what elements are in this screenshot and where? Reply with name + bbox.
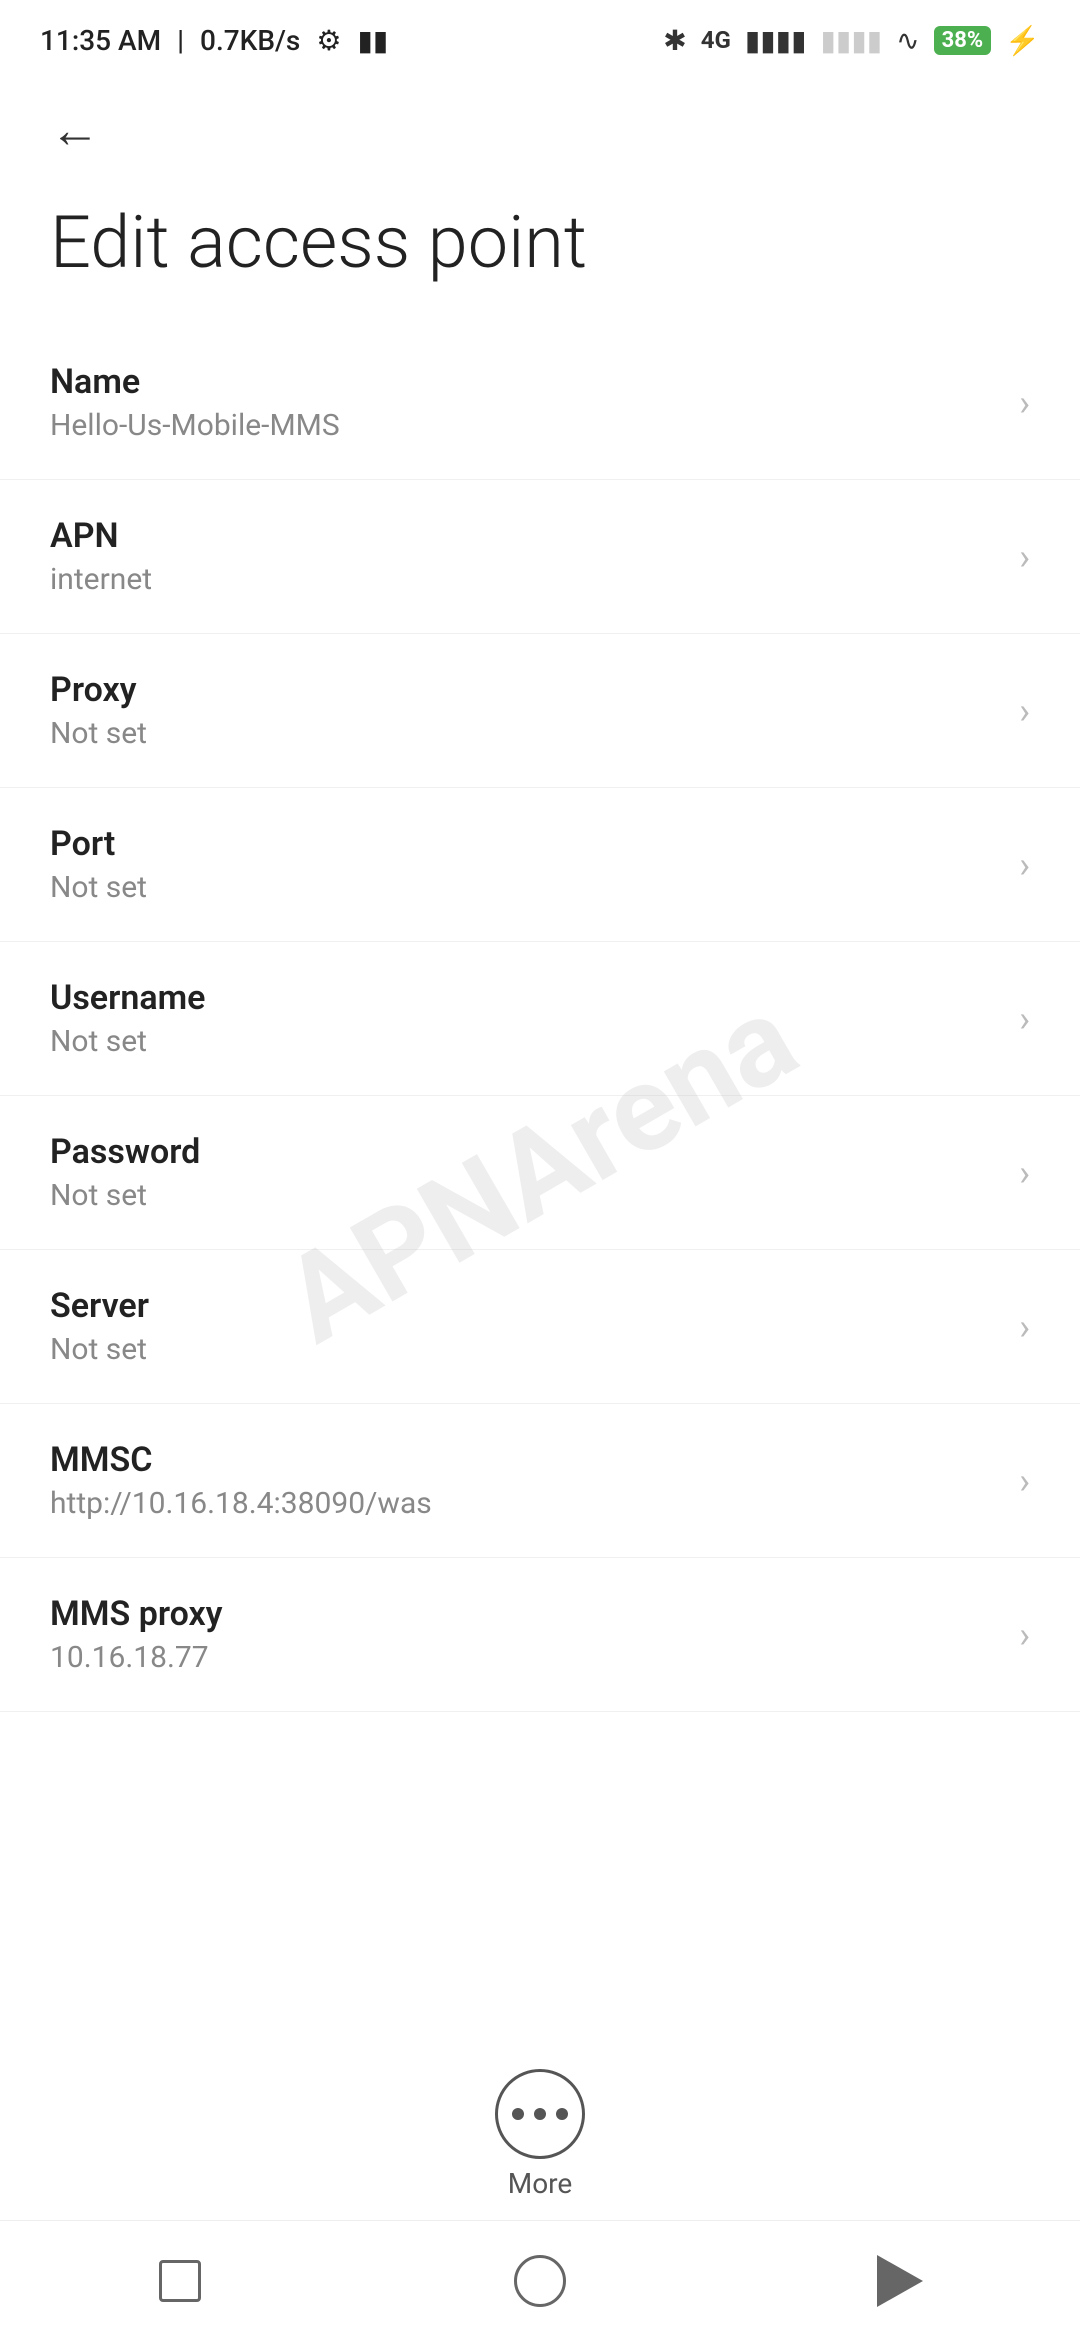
back-arrow-icon: ← <box>50 101 100 160</box>
nav-home-button[interactable] <box>490 2241 590 2321</box>
settings-item-server-content: Server Not set <box>50 1286 999 1367</box>
settings-value-mms-proxy: 10.16.18.77 <box>50 1640 999 1675</box>
settings-item-proxy-content: Proxy Not set <box>50 670 999 751</box>
home-icon <box>514 2255 566 2307</box>
settings-icon: ⚙ <box>316 24 341 57</box>
nav-back-button[interactable] <box>850 2241 950 2321</box>
settings-label-proxy: Proxy <box>50 670 999 710</box>
status-left: 11:35 AM | 0.7KB/s ⚙ ▮▮ <box>40 24 388 57</box>
signal-4g-icon: 4G <box>701 26 731 54</box>
settings-item-apn-content: APN internet <box>50 516 999 597</box>
status-right: ✱ 4G ▮▮▮▮ ▮▮▮▮ ∿ 38 % ⚡ <box>663 24 1040 57</box>
settings-value-name: Hello-Us-Mobile-MMS <box>50 408 999 443</box>
more-button[interactable]: More <box>495 2069 585 2200</box>
settings-label-port: Port <box>50 824 999 864</box>
video-icon: ▮▮ <box>357 24 388 57</box>
charging-icon: ⚡ <box>1005 24 1040 57</box>
status-bar: 11:35 AM | 0.7KB/s ⚙ ▮▮ ✱ 4G ▮▮▮▮ ▮▮▮▮ ∿… <box>0 0 1080 80</box>
settings-value-mmsc: http://10.16.18.4:38090/was <box>50 1486 999 1521</box>
settings-value-port: Not set <box>50 870 999 905</box>
settings-label-apn: APN <box>50 516 999 556</box>
settings-item-name[interactable]: Name Hello-Us-Mobile-MMS › <box>0 326 1080 480</box>
chevron-mmsc-icon: › <box>1019 1460 1030 1502</box>
settings-item-password-content: Password Not set <box>50 1132 999 1213</box>
chevron-username-icon: › <box>1019 998 1030 1040</box>
chevron-password-icon: › <box>1019 1152 1030 1194</box>
signal-bars-icon: ▮▮▮▮ <box>745 24 807 57</box>
settings-item-name-content: Name Hello-Us-Mobile-MMS <box>50 362 999 443</box>
more-dot-2 <box>534 2108 546 2120</box>
recents-icon <box>159 2260 201 2302</box>
more-label: More <box>508 2167 573 2200</box>
settings-item-server[interactable]: Server Not set › <box>0 1250 1080 1404</box>
bluetooth-icon: ✱ <box>663 24 686 57</box>
settings-item-mms-proxy-content: MMS proxy 10.16.18.77 <box>50 1594 999 1675</box>
settings-item-apn[interactable]: APN internet › <box>0 480 1080 634</box>
settings-item-mmsc[interactable]: MMSC http://10.16.18.4:38090/was › <box>0 1404 1080 1558</box>
chevron-name-icon: › <box>1019 382 1030 424</box>
settings-value-server: Not set <box>50 1332 999 1367</box>
settings-list: Name Hello-Us-Mobile-MMS › APN internet … <box>0 326 1080 1712</box>
chevron-apn-icon: › <box>1019 536 1030 578</box>
settings-item-proxy[interactable]: Proxy Not set › <box>0 634 1080 788</box>
nav-recents-button[interactable] <box>130 2241 230 2321</box>
more-dot-1 <box>512 2108 524 2120</box>
settings-item-username-content: Username Not set <box>50 978 999 1059</box>
settings-label-mms-proxy: MMS proxy <box>50 1594 999 1634</box>
settings-label-password: Password <box>50 1132 999 1172</box>
settings-item-password[interactable]: Password Not set › <box>0 1096 1080 1250</box>
settings-value-proxy: Not set <box>50 716 999 751</box>
back-button[interactable]: ← <box>40 95 110 165</box>
settings-label-mmsc: MMSC <box>50 1440 999 1480</box>
back-nav-icon <box>877 2255 923 2307</box>
more-dot-3 <box>556 2108 568 2120</box>
chevron-server-icon: › <box>1019 1306 1030 1348</box>
signal-bars2-icon: ▮▮▮▮ <box>821 24 883 57</box>
chevron-proxy-icon: › <box>1019 690 1030 732</box>
chevron-port-icon: › <box>1019 844 1030 886</box>
chevron-mms-proxy-icon: › <box>1019 1614 1030 1656</box>
settings-label-server: Server <box>50 1286 999 1326</box>
settings-item-port-content: Port Not set <box>50 824 999 905</box>
network-speed: 0.7KB/s <box>200 24 300 57</box>
settings-item-username[interactable]: Username Not set › <box>0 942 1080 1096</box>
settings-item-mmsc-content: MMSC http://10.16.18.4:38090/was <box>50 1440 999 1521</box>
more-dots <box>512 2108 568 2120</box>
page-title: Edit access point <box>50 200 587 285</box>
battery-icon: 38 % <box>934 26 992 55</box>
wifi-icon: ∿ <box>896 24 919 57</box>
more-circle-icon <box>495 2069 585 2159</box>
settings-label-username: Username <box>50 978 999 1018</box>
time-text: 11:35 AM <box>40 24 161 57</box>
settings-value-apn: internet <box>50 562 999 597</box>
settings-value-password: Not set <box>50 1178 999 1213</box>
page-title-section: Edit access point <box>0 180 1080 326</box>
battery-level: 38 <box>942 28 967 53</box>
settings-value-username: Not set <box>50 1024 999 1059</box>
navigation-bar <box>0 2220 1080 2340</box>
top-bar: ← <box>0 80 1080 180</box>
separator: | <box>177 24 184 57</box>
settings-item-mms-proxy[interactable]: MMS proxy 10.16.18.77 › <box>0 1558 1080 1712</box>
settings-label-name: Name <box>50 362 999 402</box>
settings-item-port[interactable]: Port Not set › <box>0 788 1080 942</box>
